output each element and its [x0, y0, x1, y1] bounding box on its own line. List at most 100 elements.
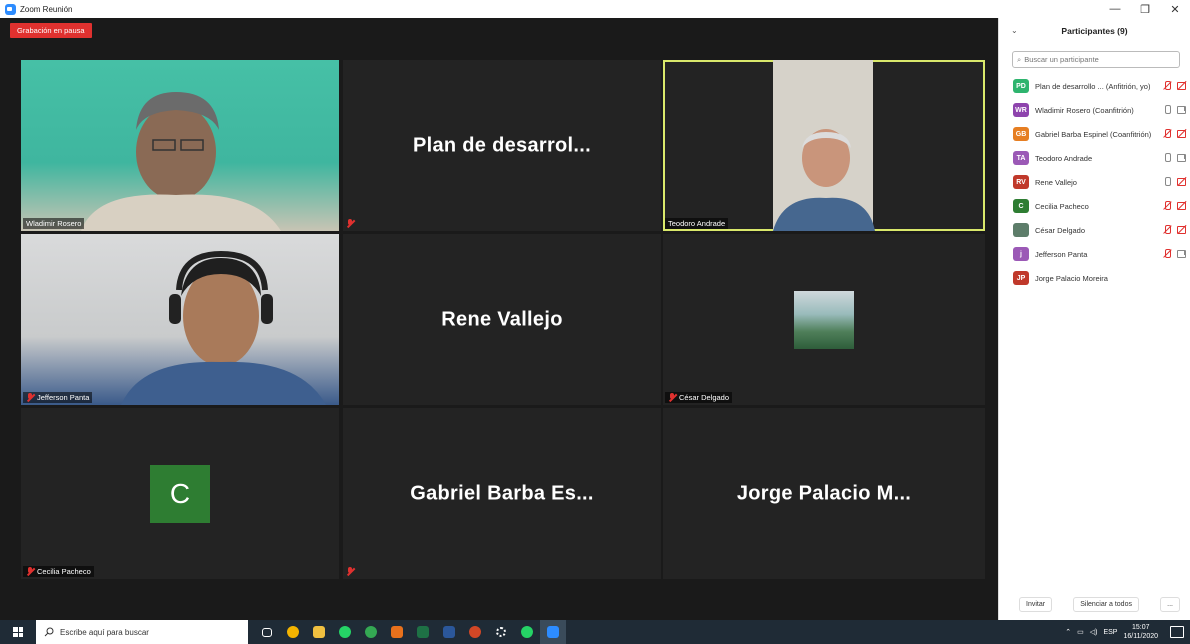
camera-off-icon[interactable] — [1177, 201, 1186, 210]
close-button[interactable]: ✕ — [1160, 0, 1190, 18]
tray-chevron-icon[interactable]: ⌃ — [1065, 628, 1071, 636]
participant-avatar: PD — [1013, 79, 1029, 93]
windows-logo-icon — [13, 627, 23, 637]
participant-row[interactable]: César Delgado — [999, 218, 1190, 242]
network-icon[interactable]: ▭ — [1077, 628, 1084, 636]
volume-icon[interactable]: ◁) — [1090, 628, 1098, 636]
participant-name: Jefferson Panta — [1035, 249, 1088, 259]
video-tile-plan-de-desarrollo[interactable]: Plan de desarrol... — [343, 60, 661, 231]
participants-panel: ⌄ Participantes (9) ⌕ PD Plan de desarrol… — [998, 18, 1190, 620]
task-view-icon — [262, 627, 272, 637]
mic-muted-icon[interactable] — [1163, 225, 1172, 234]
participant-row[interactable]: PD Plan de desarrollo ... (Anfitrión, yo) — [999, 74, 1190, 98]
notifications-icon[interactable] — [1170, 626, 1184, 638]
mic-muted-icon[interactable] — [1163, 81, 1172, 90]
participant-name: Jorge Palacio Moreira — [1035, 273, 1108, 283]
clock-time: 15:07 — [1131, 624, 1150, 631]
participants-panel-header: ⌄ Participantes (9) — [999, 18, 1190, 44]
mic-muted-icon[interactable] — [1163, 129, 1172, 138]
input-language[interactable]: ESP — [1103, 629, 1117, 636]
participants-title: Participantes (9) — [1061, 26, 1128, 36]
taskbar-app-4[interactable] — [358, 620, 384, 644]
more-options-button[interactable]: ... — [1160, 597, 1180, 612]
camera-off-icon[interactable] — [1177, 225, 1186, 234]
participant-avatar: RV — [1013, 175, 1029, 189]
settings-icon — [496, 627, 506, 637]
participant-name: Teodoro Andrade — [1035, 153, 1093, 163]
chevron-down-icon[interactable]: ⌄ — [1011, 26, 1018, 35]
mic-muted-icon[interactable] — [1163, 249, 1172, 258]
taskbar-app-3[interactable] — [332, 620, 358, 644]
taskbar-search-box[interactable]: Escribe aquí para buscar — [36, 620, 248, 644]
recording-status-badge[interactable]: Grabación en pausa — [10, 23, 92, 38]
taskbar-app-5[interactable] — [384, 620, 410, 644]
participant-status-icons — [1163, 153, 1186, 162]
start-button[interactable] — [0, 620, 36, 644]
video-tile-jorge-palacio[interactable]: Jorge Palacio M... — [663, 408, 985, 579]
taskbar-app-10[interactable] — [514, 620, 540, 644]
participant-row[interactable]: WR Wladimir Rosero (Coanfitrión) — [999, 98, 1190, 122]
camera-icon[interactable] — [1177, 249, 1186, 258]
mic-muted-icon[interactable] — [1163, 201, 1172, 210]
participant-avatar: C — [1013, 199, 1029, 213]
mute-all-button[interactable]: Silenciar a todos — [1073, 597, 1139, 612]
participant-video-image — [773, 60, 875, 231]
participant-name: César Delgado — [1035, 225, 1086, 235]
participant-status-icons — [1163, 81, 1186, 90]
video-tile-cecilia-pacheco[interactable]: C Cecilia Pacheco — [21, 408, 339, 579]
participant-row[interactable]: GB Gabriel Barba Espinel (Coanfitrión) — [999, 122, 1190, 146]
invite-button[interactable]: Invitar — [1019, 597, 1053, 612]
participant-name: Plan de desarrollo ... (Anfitrión, yo) — [1035, 81, 1151, 91]
participant-avatar — [1013, 223, 1029, 237]
camera-off-icon[interactable] — [1177, 129, 1186, 138]
mic-icon[interactable] — [1163, 153, 1172, 162]
participant-display-name: Rene Vallejo — [441, 308, 563, 330]
taskbar-app-11[interactable] — [540, 620, 566, 644]
participant-status-icons — [1163, 249, 1186, 258]
participant-row[interactable]: C Cecilia Pacheco — [999, 194, 1190, 218]
participant-row[interactable]: RV Rene Vallejo — [999, 170, 1190, 194]
chrome-icon — [287, 626, 299, 638]
participant-row[interactable]: j Jefferson Panta — [999, 242, 1190, 266]
participant-row[interactable]: JP Jorge Palacio Moreira — [999, 266, 1190, 290]
restore-button[interactable]: ❐ — [1130, 0, 1160, 18]
mic-icon[interactable] — [1163, 105, 1172, 114]
taskbar-app-2[interactable] — [306, 620, 332, 644]
participant-search-input[interactable] — [1024, 55, 1165, 64]
window-titlebar: Zoom Reunión — ❐ ✕ — [0, 0, 1190, 18]
taskbar-app-6[interactable] — [410, 620, 436, 644]
taskbar-app-8[interactable] — [462, 620, 488, 644]
video-tile-cesar-delgado[interactable]: César Delgado — [663, 234, 985, 405]
camera-off-icon[interactable] — [1177, 81, 1186, 90]
participant-name: Wladimir Rosero (Coanfitrión) — [1035, 105, 1134, 115]
office-icon — [391, 626, 403, 638]
taskbar-app-7[interactable] — [436, 620, 462, 644]
video-tile-teodoro-andrade[interactable]: Teodoro Andrade — [663, 60, 985, 231]
mic-icon[interactable] — [1163, 177, 1172, 186]
mic-muted-icon — [668, 393, 676, 402]
participant-avatar: TA — [1013, 151, 1029, 165]
video-tile-wladimir-rosero[interactable]: Wladimir Rosero — [21, 60, 339, 231]
taskbar-app-9[interactable] — [488, 620, 514, 644]
taskbar-clock[interactable]: 15:07 16/11/2020 — [1123, 623, 1158, 641]
participant-display-name: Jorge Palacio M... — [736, 482, 912, 504]
excel-icon — [417, 626, 429, 638]
camera-icon[interactable] — [1177, 105, 1186, 114]
taskbar-apps — [254, 620, 566, 644]
participant-avatar: GB — [1013, 127, 1029, 141]
search-icon: ⌕ — [1017, 54, 1022, 64]
video-tile-jefferson-panta[interactable]: Jefferson Panta — [21, 234, 339, 405]
taskbar-app-0[interactable] — [254, 620, 280, 644]
taskbar-app-1[interactable] — [280, 620, 306, 644]
participant-status-icons — [1163, 201, 1186, 210]
windows-taskbar: Escribe aquí para buscar ⌃ ▭ ◁) ESP 15:0… — [0, 620, 1190, 644]
participant-row[interactable]: TA Teodoro Andrade — [999, 146, 1190, 170]
camera-icon[interactable] — [1177, 153, 1186, 162]
participant-search-box[interactable]: ⌕ — [1012, 51, 1180, 68]
minimize-button[interactable]: — — [1100, 0, 1130, 18]
video-tile-rene-vallejo[interactable]: Rene Vallejo — [343, 234, 661, 405]
video-tile-gabriel-barba[interactable]: Gabriel Barba Es... — [343, 408, 661, 579]
mic-muted-icon — [26, 393, 34, 402]
mic-muted-icon — [26, 567, 34, 576]
camera-off-icon[interactable] — [1177, 177, 1186, 186]
